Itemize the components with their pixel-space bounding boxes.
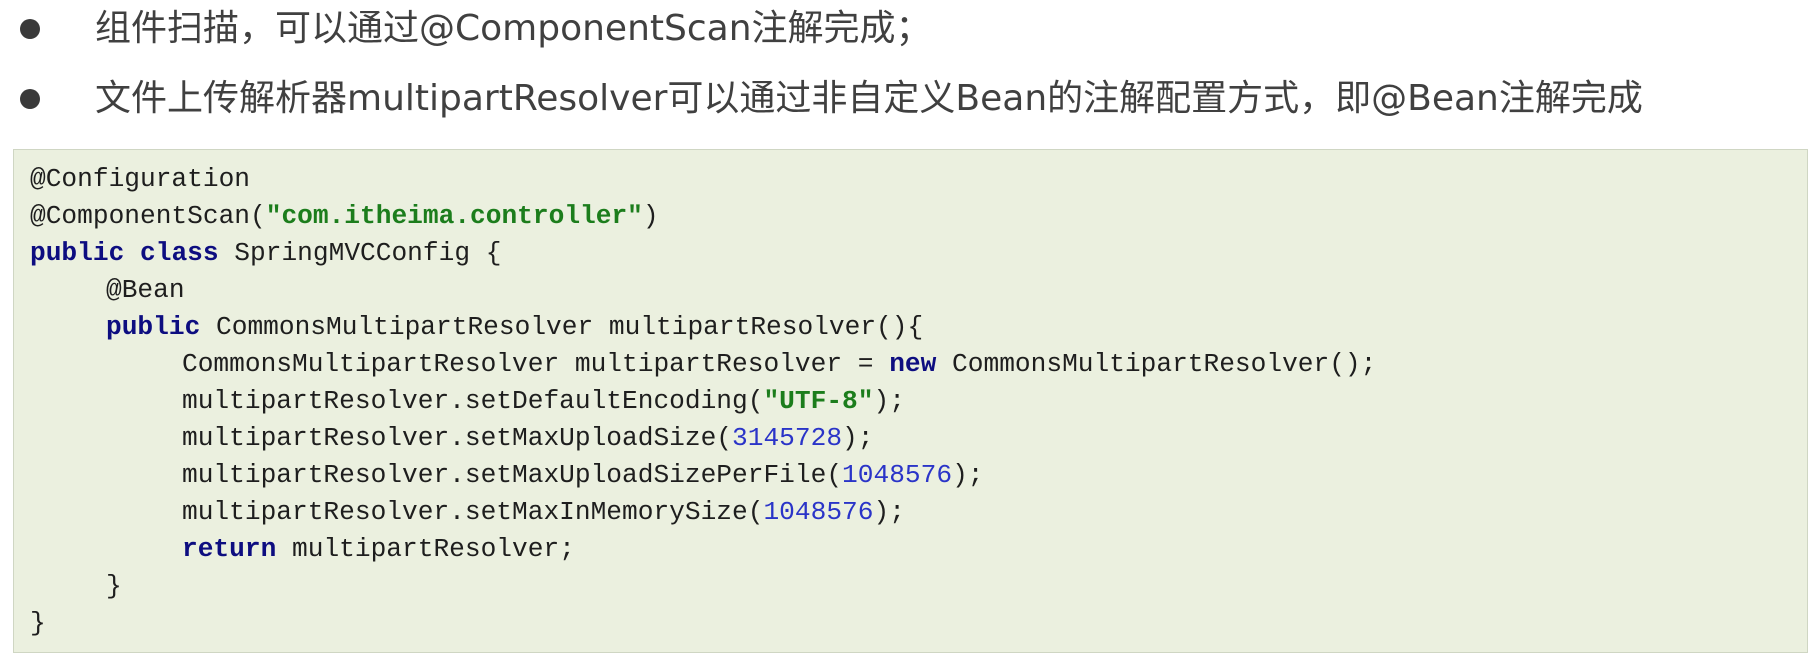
code-punct: );	[873, 386, 905, 416]
code-text: multipartResolver.setMaxUploadSize(	[182, 423, 733, 453]
method-declaration: CommonsMultipartResolver multipartResolv…	[200, 312, 924, 342]
keyword-return: return	[182, 534, 277, 564]
annotation-component-scan: @ComponentScan(	[30, 201, 266, 231]
code-line-1: @Configuration	[30, 161, 250, 198]
code-line-10: multipartResolver.setMaxInMemorySize(104…	[30, 494, 905, 531]
keyword-public: public	[106, 312, 201, 342]
code-punct: );	[842, 423, 874, 453]
bullet-text: 文件上传解析器multipartResolver可以通过非自定义Bean的注解配…	[95, 78, 1643, 119]
annotation-bean: @Bean	[106, 275, 185, 305]
code-text: multipartResolver.setMaxInMemorySize(	[182, 497, 764, 527]
closing-brace: }	[106, 571, 122, 601]
code-line-7: multipartResolver.setDefaultEncoding("UT…	[30, 383, 905, 420]
keyword-new: new	[889, 349, 937, 379]
code-line-13: }	[30, 605, 46, 642]
code-text: multipartResolver;	[276, 534, 575, 564]
bullet-item-component-scan: 组件扫描，可以通过@ComponentScan注解完成；	[0, 0, 1820, 60]
string-literal: "UTF-8"	[763, 386, 874, 416]
code-punct: );	[952, 460, 984, 490]
code-line-6: CommonsMultipartResolver multipartResolv…	[30, 346, 1376, 383]
keyword-class: class	[140, 238, 219, 268]
bullet-item-multipart-resolver: 文件上传解析器multipartResolver可以通过非自定义Bean的注解配…	[0, 70, 1820, 130]
number-literal: 1048576	[763, 497, 874, 527]
class-declaration: SpringMVCConfig {	[218, 238, 502, 268]
code-line-2: @ComponentScan("com.itheima.controller")	[30, 198, 659, 235]
string-literal: "com.itheima.controller"	[265, 201, 643, 231]
code-punct: );	[873, 497, 905, 527]
annotation-configuration: @Configuration	[30, 164, 251, 194]
keyword-public: public	[30, 238, 125, 268]
code-block: @Configuration @ComponentScan("com.ithei…	[13, 149, 1808, 653]
code-text: multipartResolver.setDefaultEncoding(	[182, 386, 764, 416]
code-punct: )	[642, 201, 659, 231]
code-text: CommonsMultipartResolver();	[936, 349, 1377, 379]
code-line-3: public class SpringMVCConfig {	[30, 235, 501, 272]
code-line-11: return multipartResolver;	[30, 531, 575, 568]
closing-brace: }	[30, 608, 46, 638]
bullet-dot-icon	[20, 89, 40, 109]
bullet-dot-icon	[20, 19, 40, 39]
code-line-12: }	[30, 568, 122, 605]
code-line-4: @Bean	[30, 272, 185, 309]
code-line-5: public CommonsMultipartResolver multipar…	[30, 309, 923, 346]
number-literal: 3145728	[732, 423, 843, 453]
number-literal: 1048576	[842, 460, 953, 490]
code-text: multipartResolver.setMaxUploadSizePerFil…	[182, 460, 843, 490]
code-text: CommonsMultipartResolver multipartResolv…	[182, 349, 890, 379]
bullet-text: 组件扫描，可以通过@ComponentScan注解完成；	[95, 8, 932, 49]
code-line-9: multipartResolver.setMaxUploadSizePerFil…	[30, 457, 984, 494]
code-line-8: multipartResolver.setMaxUploadSize(31457…	[30, 420, 873, 457]
